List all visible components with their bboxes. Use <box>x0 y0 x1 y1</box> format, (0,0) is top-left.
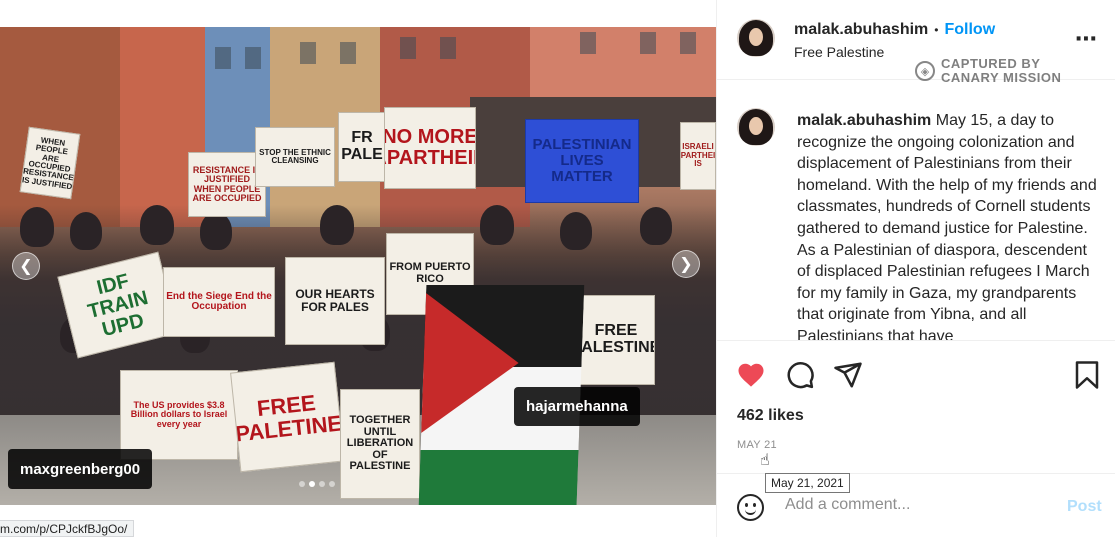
sign-fr-pale: FR PALE <box>338 112 386 182</box>
previous-slide-button[interactable]: ❮ <box>12 252 40 280</box>
sign-free-palestine-right: FREE PALESTINE <box>577 295 655 385</box>
window <box>215 47 231 69</box>
caption-text: May 15, a day to recognize the ongoing c… <box>797 112 1097 341</box>
person <box>70 212 102 250</box>
sign-our-hearts: OUR HEARTS FOR PALES <box>285 257 385 345</box>
comment-input[interactable] <box>785 496 1035 514</box>
username-link[interactable]: malak.abuhashim <box>794 21 928 39</box>
window <box>300 42 316 64</box>
sign-when-occupied: WHEN PEOPLE ARE OCCUPIED RESISTANCE IS J… <box>19 126 81 200</box>
post-media[interactable]: WHEN PEOPLE ARE OCCUPIED RESISTANCE IS J… <box>0 0 716 537</box>
next-slide-button[interactable]: ❯ <box>672 250 700 278</box>
caption: malak.abuhashim May 15, a day to recogni… <box>797 110 1102 341</box>
link-preview-status: m.com/p/CPJckfBJgOo/ <box>0 520 135 537</box>
window <box>340 42 356 64</box>
window <box>245 47 261 69</box>
bookmark-icon <box>1075 361 1099 389</box>
carousel-dot <box>299 481 305 487</box>
person <box>200 212 232 250</box>
emoji-icon[interactable] <box>737 494 764 521</box>
save-button[interactable] <box>1072 360 1102 390</box>
sign-together-until-liberation: TOGETHER UNTIL LIBERATION OF PALESTINE <box>340 389 420 499</box>
sign-no-more-apartheid: NO MORE APARTHEID <box>384 107 476 189</box>
sign-free-paletine: FREE PALETINE <box>230 361 345 473</box>
like-button[interactable] <box>736 360 766 390</box>
share-button[interactable] <box>833 360 863 390</box>
post-actions <box>717 342 1115 402</box>
chevron-left-icon: ❮ <box>19 258 33 275</box>
person <box>480 205 514 245</box>
comment-button[interactable] <box>785 360 815 390</box>
post-comment-button[interactable]: Post <box>1067 498 1102 516</box>
carousel-dot <box>319 481 325 487</box>
watermark-line1: CAPTURED BY <box>941 56 1041 71</box>
window <box>400 37 416 59</box>
carousel-indicator <box>299 481 335 487</box>
separator-dot: • <box>934 23 939 37</box>
carousel-dot <box>309 481 315 487</box>
more-options-button[interactable]: ⋯ <box>1075 26 1098 52</box>
window <box>680 32 696 54</box>
chevron-right-icon: ❯ <box>679 256 693 273</box>
sign-us-provides: The US provides $3.8 Billion dollars to … <box>120 370 238 460</box>
sign-stop-ethnic-cleansing: STOP THE ETHNIC CLEANSING <box>255 127 335 187</box>
comment-icon <box>787 362 814 389</box>
post-date[interactable]: MAY 21 <box>737 439 777 451</box>
post-header: malak.abuhashim • Follow Free Palestine … <box>717 0 1115 85</box>
protest-photo[interactable]: WHEN PEOPLE ARE OCCUPIED RESISTANCE IS J… <box>0 27 716 505</box>
location-link[interactable]: Free Palestine <box>794 44 884 60</box>
window <box>580 32 596 54</box>
more-horizontal-icon: ⋯ <box>1075 26 1098 51</box>
person <box>640 207 672 245</box>
person <box>20 207 54 247</box>
likes-count[interactable]: 462 likes <box>737 407 804 425</box>
window <box>440 37 456 59</box>
avatar[interactable] <box>737 108 775 146</box>
person <box>140 205 174 245</box>
window <box>640 32 656 54</box>
sign-end-the-siege: End the Siege End the Occupation <box>163 267 275 337</box>
person <box>560 212 592 250</box>
user-tag[interactable]: hajarmehanna <box>514 387 640 426</box>
sign-palestinian-lives-matter: PALESTINIAN LIVES MATTER <box>525 119 639 203</box>
user-tag[interactable]: maxgreenberg00 <box>8 449 153 489</box>
avatar[interactable] <box>737 19 775 57</box>
date-tooltip: May 21, 2021 <box>765 473 850 493</box>
paper-plane-icon <box>834 362 862 388</box>
caption-username[interactable]: malak.abuhashim <box>797 112 931 129</box>
post-side-panel: malak.abuhashim • Follow Free Palestine … <box>716 0 1115 537</box>
person <box>320 205 354 245</box>
caption-section: malak.abuhashim May 15, a day to recogni… <box>717 81 1115 341</box>
watermark-icon: ◈ <box>915 61 935 81</box>
follow-button[interactable]: Follow <box>944 21 995 39</box>
heart-filled-icon <box>738 363 764 387</box>
hand-pointer-icon: ☝ <box>760 452 770 469</box>
carousel-dot <box>329 481 335 487</box>
sign-israeli-apartheid: ISRAELI APARTHEID IS <box>680 122 716 190</box>
